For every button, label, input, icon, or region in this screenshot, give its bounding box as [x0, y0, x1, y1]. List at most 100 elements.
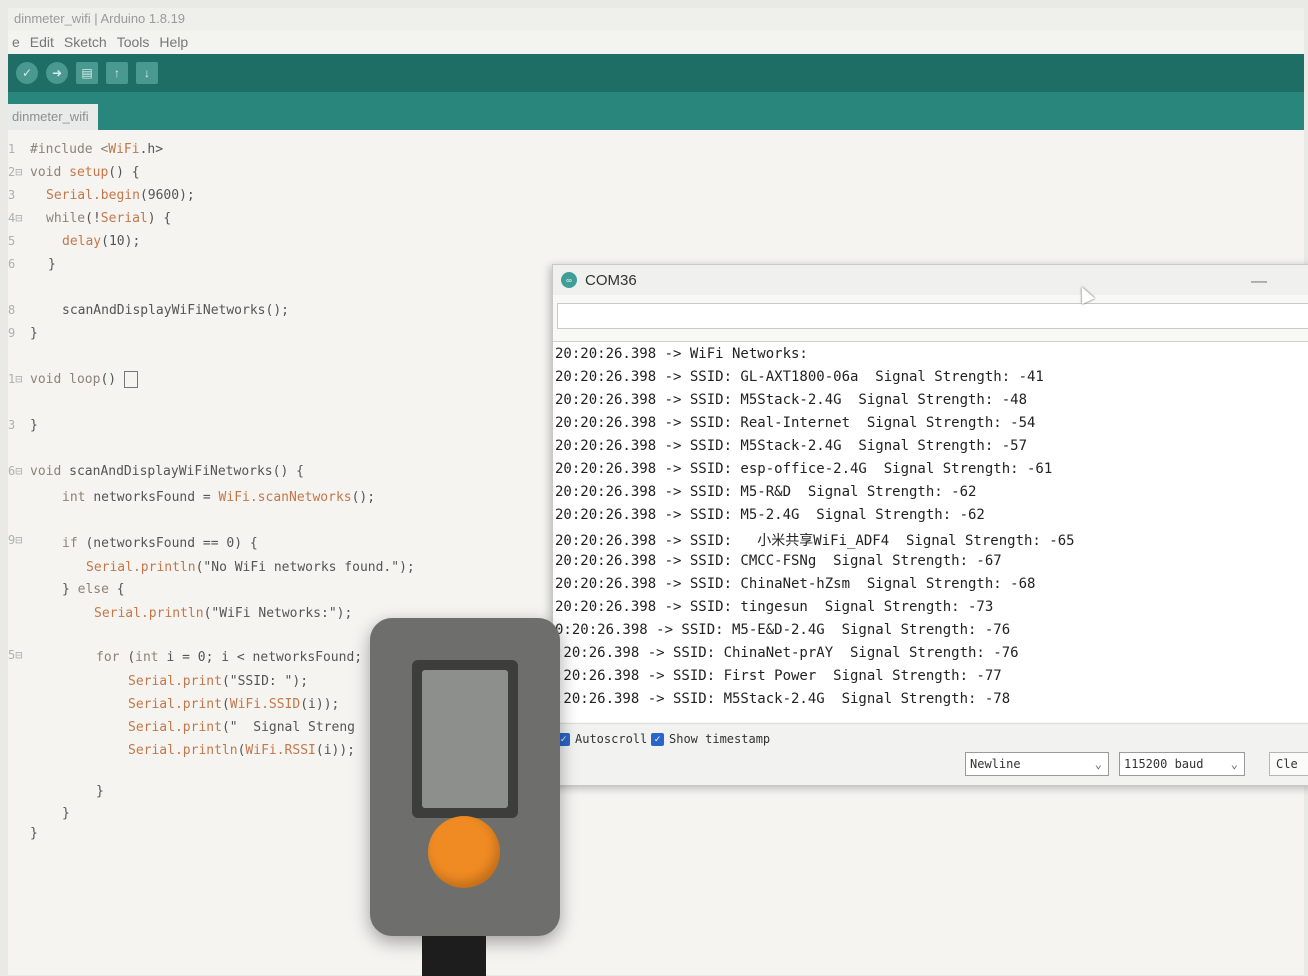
code-line: } else {: [62, 582, 125, 597]
serial-monitor-footer: ✓ Autoscroll ✓ Show timestamp Newline ⌄ …: [553, 723, 1308, 785]
code-token: () {: [108, 165, 140, 180]
check-icon: ✓: [21, 66, 33, 80]
code-token: ("WiFi Networks:");: [203, 606, 353, 621]
code-token: (i));: [300, 697, 340, 712]
serial-line: 20:20:26.398 -> SSID: M5-R&D Signal Stre…: [555, 484, 977, 500]
code-line: Serial.println("No WiFi networks found."…: [86, 560, 415, 575]
code-line: delay(10);: [62, 234, 140, 249]
code-line: while(!Serial) {: [46, 211, 171, 226]
line-number: 5: [8, 234, 16, 248]
code-line: }: [30, 826, 38, 841]
code-token: ("SSID: ");: [221, 674, 309, 689]
code-line: }: [30, 418, 38, 433]
line-number: 6⊟: [8, 464, 23, 478]
open-sketch-button[interactable]: ↑: [106, 62, 128, 84]
code-token: .scanNetworks: [249, 490, 352, 505]
code-token: (: [221, 697, 230, 712]
autoscroll-checkbox[interactable]: ✓ Autoscroll: [557, 732, 647, 746]
code-line: }: [30, 326, 38, 341]
code-token: Serial: [46, 188, 93, 203]
show-timestamp-checkbox[interactable]: ✓ Show timestamp: [651, 732, 770, 746]
code-token: void: [30, 372, 70, 387]
device-orange-button[interactable]: [428, 816, 500, 888]
code-token: (networksFound == 0) {: [85, 536, 258, 551]
menu-help[interactable]: Help: [159, 30, 188, 54]
new-file-icon: ▤: [81, 66, 93, 80]
code-token: (" Signal Streng: [221, 720, 355, 735]
arrow-up-icon: ↑: [114, 66, 120, 80]
serial-monitor-titlebar: ∞ COM36: [553, 265, 1308, 295]
device-screen-frame: [412, 660, 518, 818]
show-timestamp-label: Show timestamp: [669, 732, 771, 746]
serial-line: 20:20:26.398 -> SSID: tingesun Signal St…: [555, 599, 994, 615]
code-token: if: [62, 536, 86, 551]
tab-bar: dinmeter_wifi: [8, 92, 1304, 130]
serial-line: 20:20:26.398 -> SSID: GL-AXT1800-06a Sig…: [555, 369, 1044, 385]
code-token: WiFi: [245, 743, 277, 758]
serial-line: 20:20:26.398 -> SSID: esp-office-2.4G Si…: [555, 461, 1053, 477]
line-number: 6: [8, 257, 16, 271]
code-token: setup: [69, 165, 109, 180]
upload-button[interactable]: ➜: [46, 62, 68, 84]
autoscroll-label: Autoscroll: [575, 732, 648, 746]
serial-line: 20:20:26.398 -> SSID: CMCC-FSNg Signal S…: [555, 553, 1002, 569]
clear-output-button[interactable]: Cle: [1269, 752, 1308, 776]
tab-sketch[interactable]: dinmeter_wifi: [8, 104, 98, 130]
line-ending-select[interactable]: Newline ⌄: [965, 752, 1109, 776]
code-token: void: [30, 165, 70, 180]
code-line: Serial.print(" Signal Streng: [128, 720, 355, 735]
code-line: void scanAndDisplayWiFiNetworks() {: [30, 464, 304, 479]
code-token: (10);: [101, 234, 141, 249]
line-number: 9⊟: [8, 533, 23, 547]
code-line: Serial.print(WiFi.SSID(i));: [128, 697, 339, 712]
m5-dinmeter-device: [370, 618, 560, 936]
menu-file[interactable]: e: [12, 30, 20, 54]
code-token: .println: [140, 606, 204, 621]
line-number: 1⊟: [8, 372, 23, 386]
code-token: .print: [174, 697, 222, 712]
code-token: int: [135, 650, 159, 665]
window-title: dinmeter_wifi | Arduino 1.8.19: [8, 8, 1304, 30]
code-line: Serial.print("SSID: ");: [128, 674, 308, 689]
code-line: Serial.println("WiFi Networks:");: [94, 606, 352, 621]
verify-button[interactable]: ✓: [16, 62, 38, 84]
code-line: }: [96, 784, 104, 799]
line-number: 8: [8, 303, 16, 317]
code-token: .begin: [92, 188, 140, 203]
code-token: .println: [132, 560, 196, 575]
line-number: 2⊟: [8, 165, 23, 179]
code-line: for (int i = 0; i < networksFound;: [96, 650, 362, 665]
code-token: #include <: [30, 142, 109, 157]
code-token: i = 0; i < networksFound;: [158, 650, 363, 665]
menu-sketch[interactable]: Sketch: [64, 30, 107, 54]
code-token: Serial: [100, 211, 148, 226]
minimize-button[interactable]: —: [1251, 273, 1267, 291]
text-cursor: [123, 371, 138, 388]
serial-send-input[interactable]: [557, 303, 1308, 329]
device-cable: [422, 936, 486, 976]
menu-edit[interactable]: Edit: [30, 30, 54, 54]
line-number: 1: [8, 142, 16, 156]
code-token: WiFi: [229, 697, 262, 712]
code-line: if (networksFound == 0) {: [62, 536, 258, 551]
save-sketch-button[interactable]: ↓: [136, 62, 158, 84]
code-line: }: [48, 257, 56, 272]
code-token: else: [77, 582, 109, 597]
code-token: (!: [85, 211, 101, 226]
code-token: Serial: [94, 606, 141, 621]
menu-tools[interactable]: Tools: [117, 30, 150, 54]
line-number: 9: [8, 326, 16, 340]
code-token: Serial: [128, 674, 175, 689]
code-token: .print: [174, 720, 222, 735]
toolbar: ✓ ➜ ▤ ↑ ↓: [8, 54, 1304, 92]
new-sketch-button[interactable]: ▤: [76, 62, 98, 84]
code-line: int networksFound = WiFi.scanNetworks();: [62, 490, 375, 505]
menu-bar: e Edit Sketch Tools Help: [8, 30, 1304, 54]
serial-line: :20:26.398 -> SSID: ChinaNet-prAY Signal…: [555, 645, 1019, 661]
code-line: }: [62, 806, 70, 821]
baud-rate-select[interactable]: 115200 baud ⌄: [1119, 752, 1245, 776]
serial-line: 0:20:26.398 -> SSID: M5-E&D-2.4G Signal …: [555, 622, 1011, 638]
line-number: 3: [8, 418, 16, 432]
device-screen: [422, 670, 508, 808]
arrow-down-icon: ↓: [144, 66, 150, 80]
